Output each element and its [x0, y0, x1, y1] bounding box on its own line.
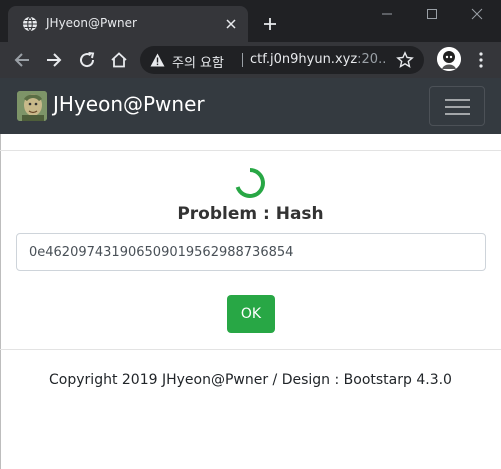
footer-copyright: Copyright 2019 JHyeon@Pwner / Design : B… [49, 372, 452, 388]
ok-button[interactable]: OK [227, 295, 275, 333]
arrow-right-icon[interactable] [42, 48, 66, 72]
browser-tab[interactable]: JHyeon@Pwner [8, 6, 248, 42]
url-text[interactable]: ctf.j0n9hyun.xyz:20... [250, 52, 385, 67]
omnibox-divider [242, 53, 243, 67]
window-close-icon[interactable] [455, 0, 499, 28]
address-bar[interactable]: 주의 요함 ctf.j0n9hyun.xyz:20... [140, 46, 424, 74]
minimize-icon[interactable] [365, 0, 409, 28]
browser-toolbar: 주의 요함 ctf.j0n9hyun.xyz:20... [0, 42, 501, 78]
problem-title: Problem : Hash [177, 204, 324, 224]
home-icon[interactable] [107, 48, 131, 72]
url-rest: :20... [357, 52, 385, 67]
divider-top [0, 150, 501, 151]
browser-tab-bar: JHyeon@Pwner [0, 0, 501, 42]
hamburger-line [445, 113, 470, 115]
navbar-toggler-button[interactable] [429, 86, 485, 126]
arrow-left-icon[interactable] [10, 48, 34, 72]
hash-input[interactable] [16, 233, 486, 271]
divider-bottom [0, 349, 501, 350]
close-icon[interactable] [222, 15, 240, 33]
security-warning[interactable]: 주의 요함 [172, 52, 224, 71]
globe-icon [23, 16, 37, 32]
hamburger-icon [445, 99, 470, 101]
profile-avatar[interactable] [437, 47, 461, 71]
site-navbar: JHyeon@Pwner [0, 78, 501, 134]
star-icon[interactable] [396, 51, 414, 69]
plus-icon[interactable] [260, 14, 280, 34]
maximize-icon[interactable] [410, 0, 454, 28]
warning-icon[interactable] [150, 53, 165, 67]
menu-dots-icon[interactable] [469, 48, 493, 72]
page-edge [0, 134, 1, 469]
brand-name[interactable]: JHyeon@Pwner [53, 92, 205, 116]
reload-icon[interactable] [75, 48, 99, 72]
url-host: ctf.j0n9hyun.xyz [250, 52, 358, 67]
hamburger-line [445, 106, 470, 108]
tab-title: JHyeon@Pwner [46, 16, 137, 30]
loading-spinner-icon [235, 168, 265, 198]
brand-logo[interactable] [17, 91, 47, 121]
